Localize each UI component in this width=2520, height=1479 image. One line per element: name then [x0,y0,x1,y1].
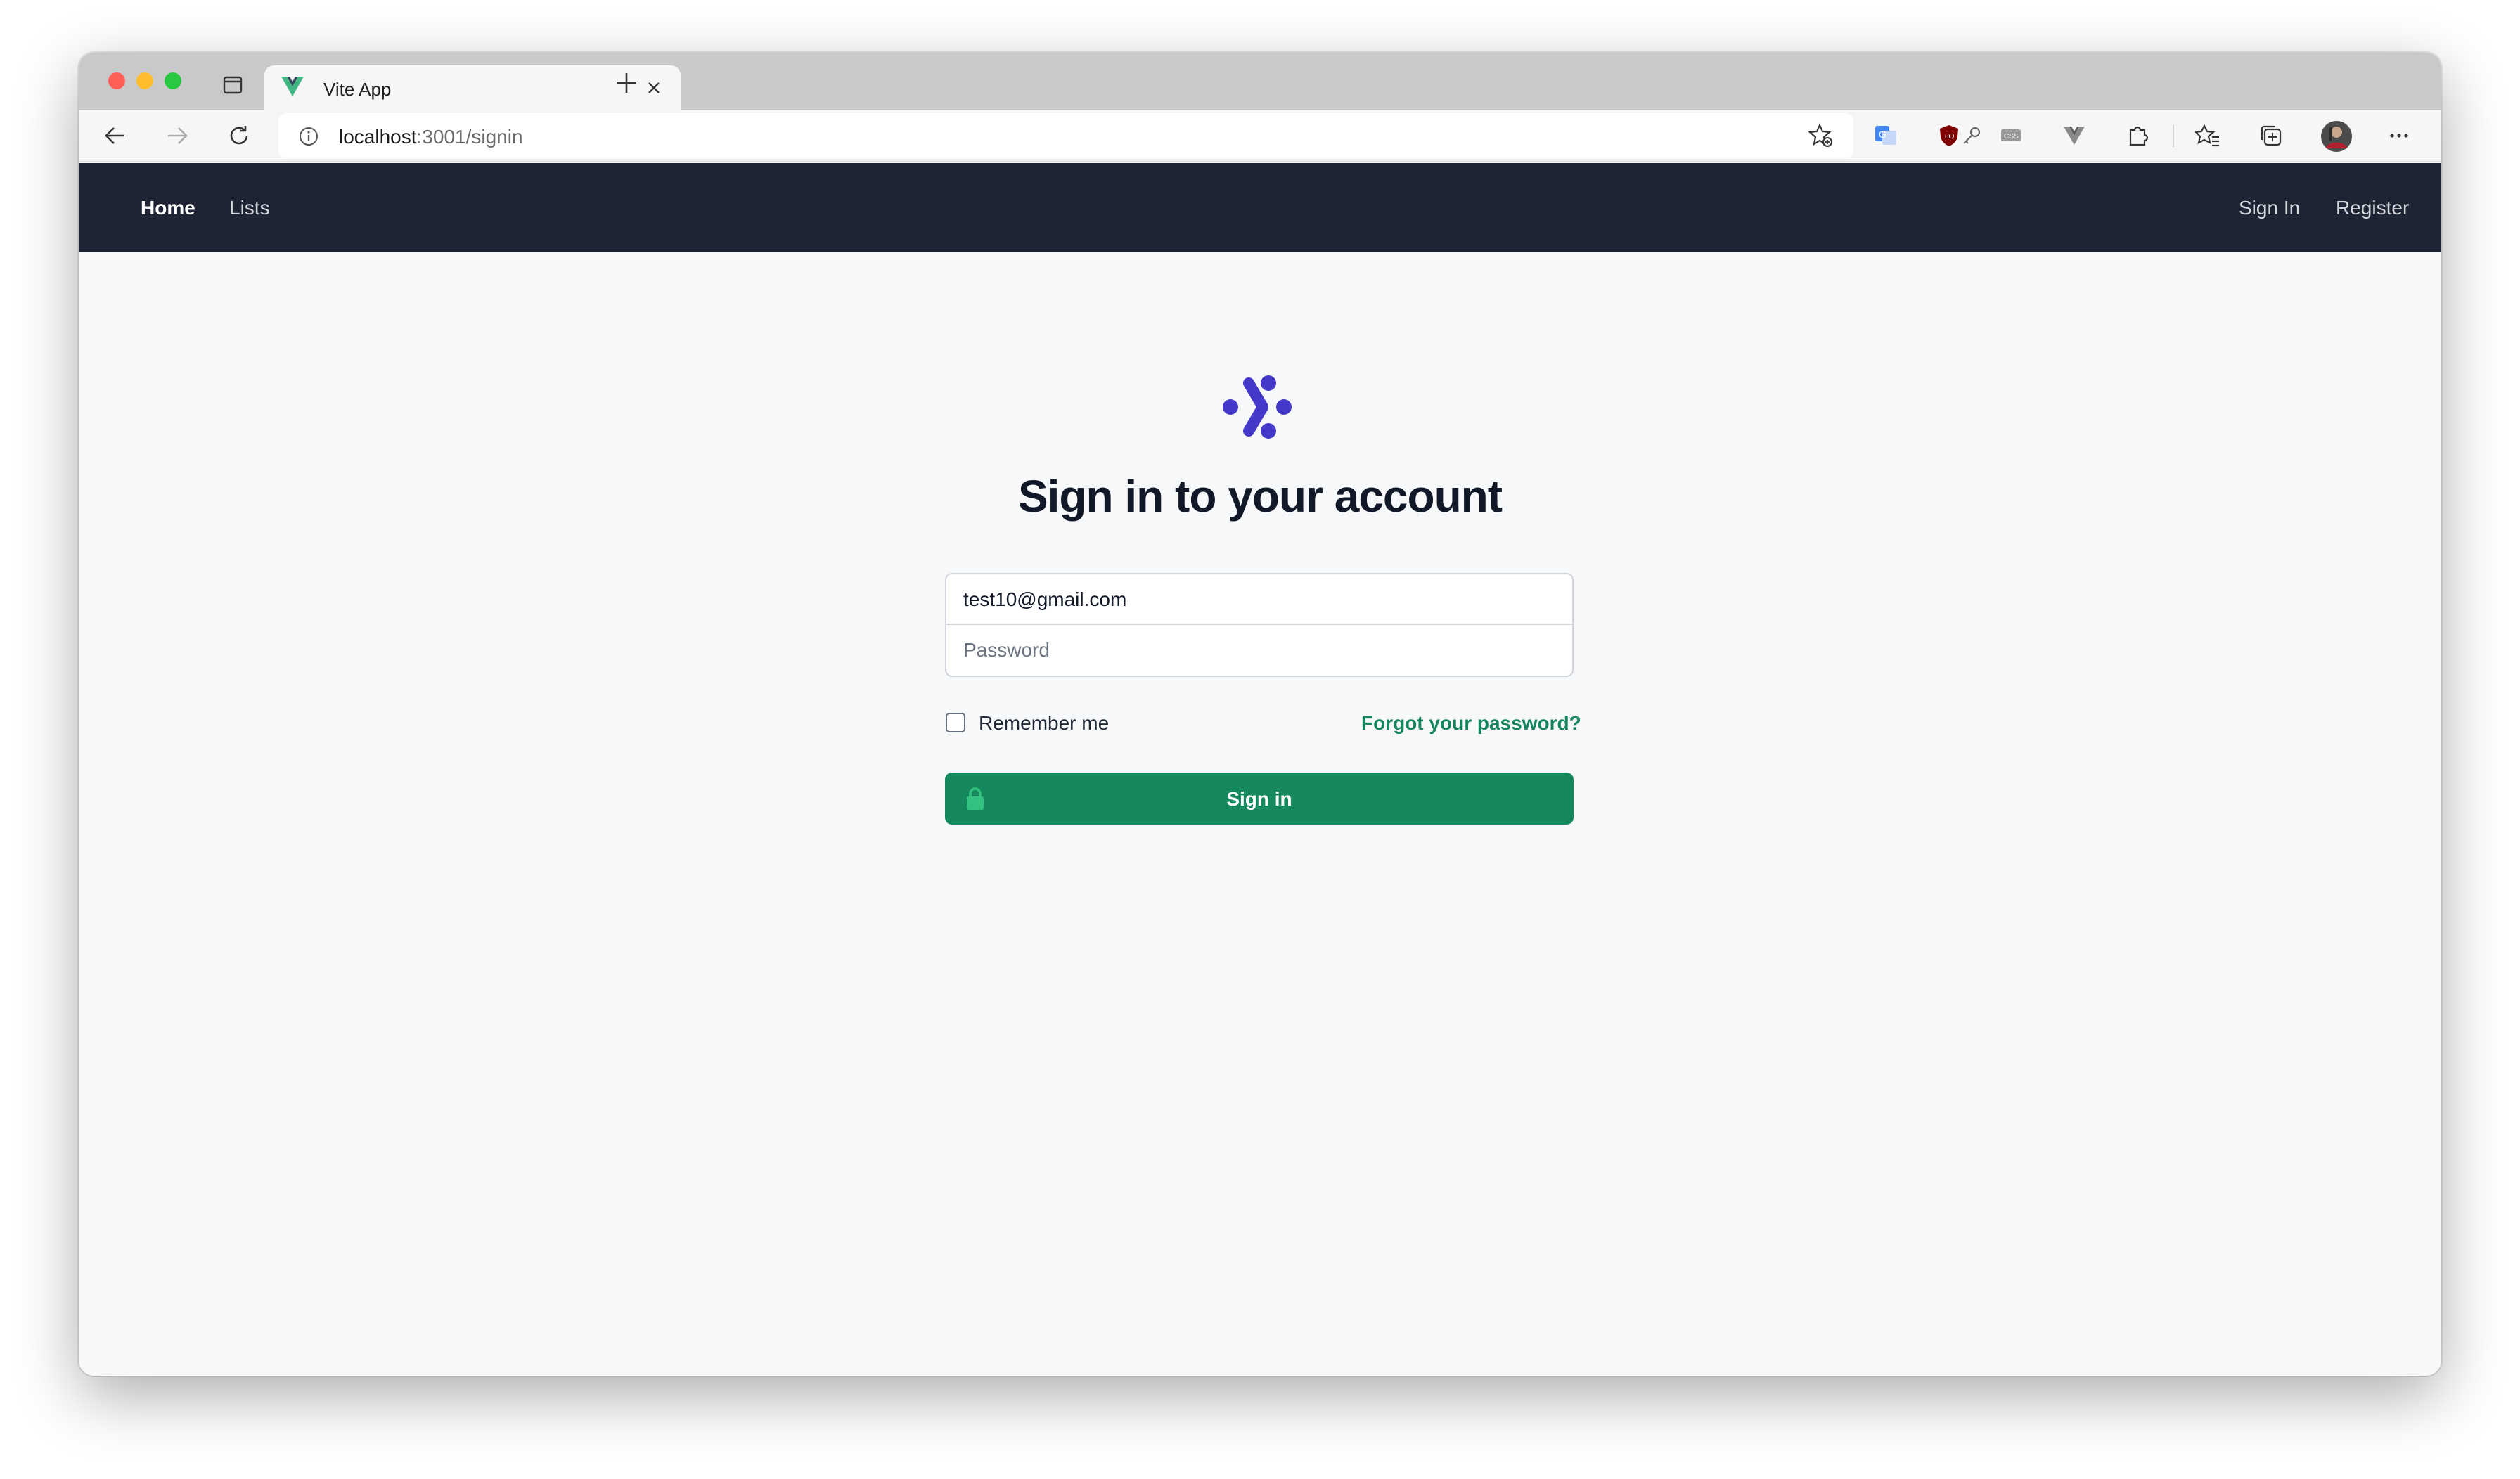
address-host: localhost [339,126,417,148]
toolbar-divider [2173,124,2174,147]
vue-favicon-icon [281,77,304,96]
browser-toolbar: localhost:3001/signin G uO CSS [79,110,2441,162]
sign-in-button-label: Sign in [1226,788,1292,810]
remember-me-checkbox[interactable] [946,713,965,732]
app-logo-icon [1223,375,1292,439]
password-field[interactable]: Password [946,625,1572,676]
email-field[interactable]: test10@gmail.com [946,574,1572,625]
tab-title: Vite App [323,79,392,100]
svg-text:CSS: CSS [2004,133,2019,141]
svg-text:G: G [1879,129,1886,140]
vue-devtools-icon[interactable] [2062,123,2087,148]
forgot-password-link[interactable]: Forgot your password? [1361,712,1581,735]
key-icon[interactable] [1959,124,1984,149]
favorites-icon[interactable] [2195,123,2220,148]
more-options-icon[interactable] [2386,123,2412,148]
maximize-window-button[interactable] [165,72,181,89]
reload-icon[interactable] [226,123,252,148]
site-info-icon[interactable] [298,126,319,147]
collections-icon[interactable] [2258,123,2284,148]
credentials-group: test10@gmail.com Password [945,573,1574,677]
nav-sign-in-link[interactable]: Sign In [2239,197,2300,219]
back-arrow-icon[interactable] [103,123,128,148]
css-extension-icon[interactable]: CSS [1998,123,2024,148]
browser-window: Vite App localhost:3001/signin G uO CSS … [79,53,2441,1376]
extensions-puzzle-icon[interactable] [2125,123,2150,148]
address-path: :3001/signin [416,126,523,148]
close-window-button[interactable] [108,72,125,89]
nav-home-link[interactable]: Home [141,197,195,219]
app-navbar: Home Lists Sign In Register [79,163,2441,252]
sign-in-button[interactable]: Sign in [945,773,1574,825]
add-favorite-icon[interactable] [1808,123,1834,148]
page-title: Sign in to your account [1017,471,1503,522]
signin-page: Sign in to your account test10@gmail.com… [79,252,2441,1376]
profile-avatar-icon[interactable] [2320,120,2353,153]
nav-lists-link[interactable]: Lists [229,197,270,219]
new-tab-icon[interactable] [615,71,638,95]
nav-register-link[interactable]: Register [2336,197,2409,219]
tab-sidebar-icon[interactable] [223,75,243,95]
minimize-window-button[interactable] [136,72,153,89]
forward-arrow-icon[interactable] [165,123,190,148]
remember-me-label[interactable]: Remember me [979,712,1109,735]
tab-strip: Vite App [79,53,2441,110]
close-tab-icon[interactable] [645,79,662,96]
address-bar[interactable]: localhost:3001/signin [278,113,1981,158]
address-url: localhost:3001/signin [339,126,523,148]
ublock-shield-icon[interactable]: uO [1936,123,1962,148]
translate-extension-icon[interactable]: G [1873,123,1898,148]
svg-text:uO: uO [1945,133,1955,141]
